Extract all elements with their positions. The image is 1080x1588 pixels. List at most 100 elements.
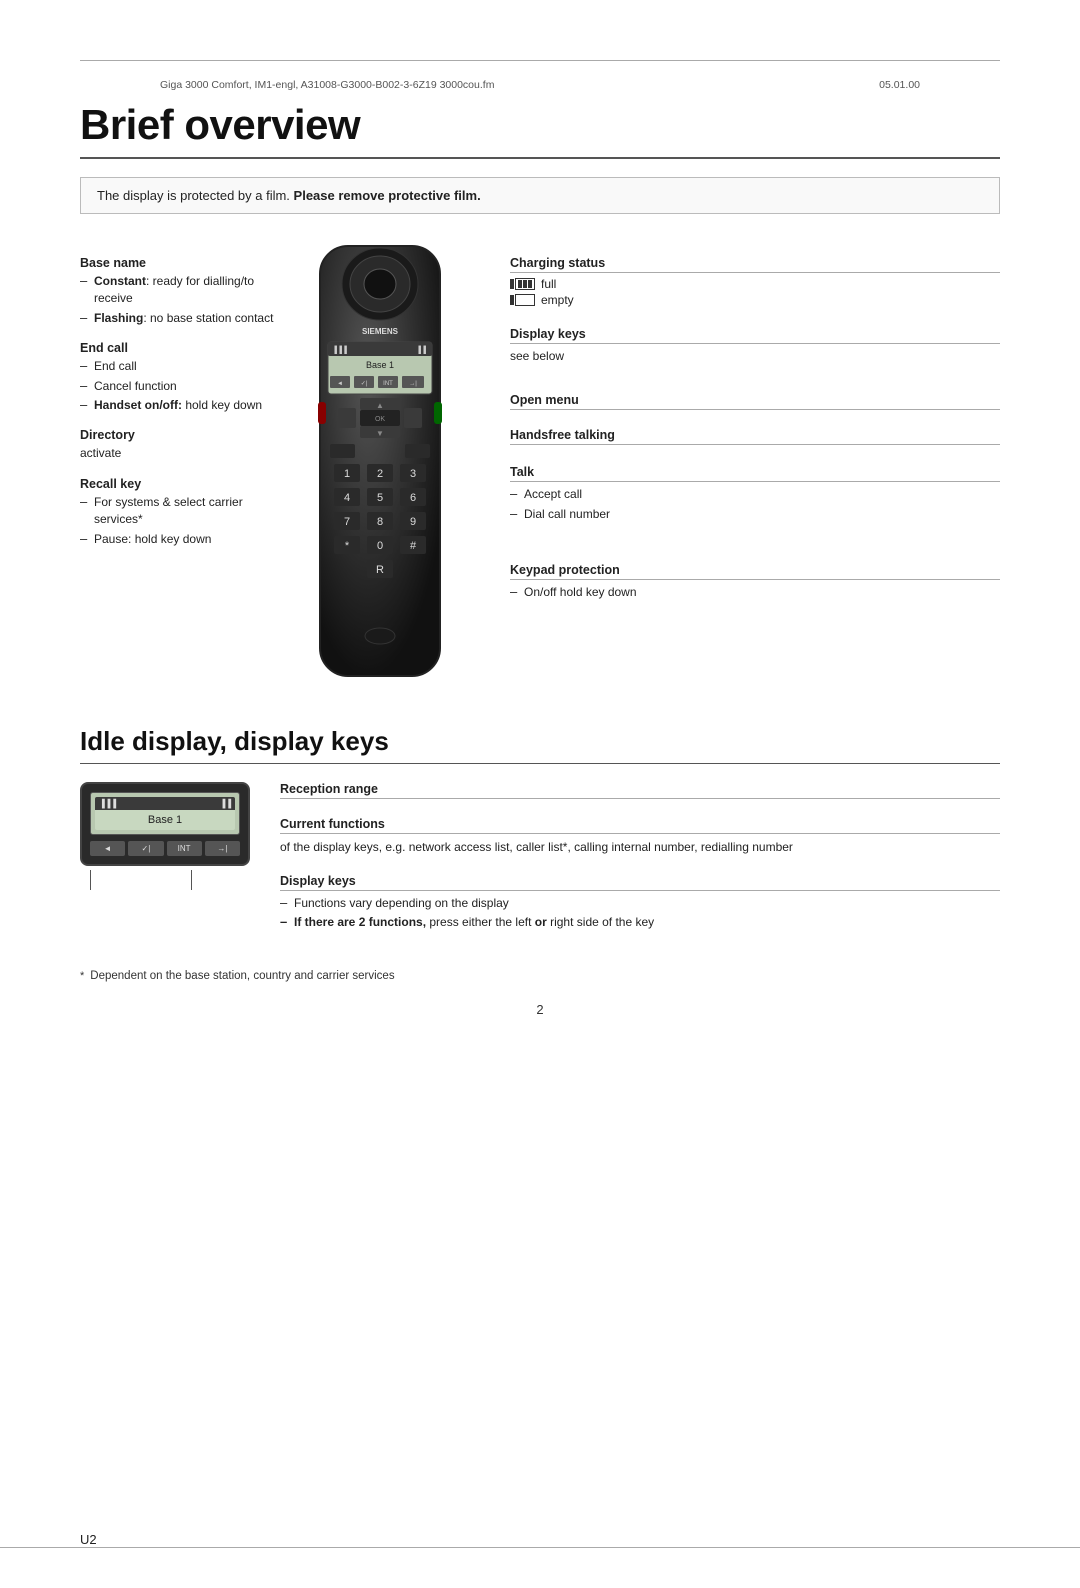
signal-icon: ▐▐▐ [99, 799, 116, 808]
constant-text: Constant: ready for dialling/to receive [94, 273, 280, 308]
content-area: Brief overview The display is protected … [0, 101, 1080, 1017]
page-title: Brief overview [80, 101, 1000, 159]
display-keys-text: see below [510, 348, 1000, 365]
right-annotations: Charging status full [480, 236, 1000, 696]
annot-dial: – Dial call number [510, 506, 1000, 523]
idle-section-title: Idle display, display keys [80, 726, 1000, 764]
display-keys-title: Display keys [510, 327, 1000, 344]
page-number: 2 [80, 1002, 1000, 1017]
svg-text:▐▐: ▐▐ [416, 345, 426, 355]
svg-text:INT: INT [383, 381, 393, 387]
handset-text: Handset on/off: hold key down [94, 397, 262, 414]
dash: – [280, 895, 290, 910]
svg-text:R: R [376, 564, 384, 576]
svg-text:7: 7 [344, 516, 350, 528]
annotation-group-end-call: End call – End call – Cancel function – … [80, 341, 280, 414]
annot-recall2: – Pause: hold key down [80, 531, 280, 548]
svg-text:3: 3 [410, 468, 416, 480]
notice-prefix: The display is protected by a film. [97, 188, 290, 203]
svg-text:→|: →| [409, 381, 417, 387]
annot-display-vary: – Functions vary depending on the displa… [280, 895, 1000, 912]
svg-text:5: 5 [377, 492, 383, 504]
svg-text:*: * [345, 540, 350, 552]
svg-text:OK: OK [375, 416, 385, 423]
dial-text: Dial call number [524, 506, 610, 523]
group-reception-range: Reception range [280, 782, 1000, 799]
end-call-title: End call [80, 341, 280, 355]
phone-diagram: SIEMENS ▐▐▐ ▐▐ Base 1 ◄ ✓| [290, 236, 470, 696]
svg-text:#: # [410, 540, 417, 552]
annot-end-call: – End call [80, 358, 280, 375]
annotation-group-base-name: Base name – Constant: ready for dialling… [80, 256, 280, 327]
open-menu-title: Open menu [510, 393, 1000, 410]
btn-forward[interactable]: →| [205, 841, 240, 856]
battery-empty-icon [510, 294, 535, 306]
svg-text:6: 6 [410, 492, 416, 504]
battery-full-icon [510, 278, 535, 290]
annot-flashing: – Flashing: no base station contact [80, 310, 280, 327]
cancel-text: Cancel function [94, 378, 177, 395]
annotation-group-directory: Directory activate [80, 428, 280, 462]
btn-back[interactable]: ◄ [90, 841, 125, 856]
svg-text:4: 4 [344, 492, 350, 504]
meta-right: 05.01.00 [879, 79, 920, 91]
accept-text: Accept call [524, 486, 582, 503]
two-functions-text: If there are 2 functions, press either t… [294, 914, 654, 931]
dash: – [280, 914, 290, 929]
recall-text2: Pause: hold key down [94, 531, 211, 548]
battery-status-icon: ▐▐ [220, 799, 231, 808]
svg-text:0: 0 [377, 540, 383, 552]
group-talk: Talk – Accept call – Dial call number [510, 465, 1000, 523]
talk-title: Talk [510, 465, 1000, 482]
end-call-text: End call [94, 358, 137, 375]
empty-label: empty [541, 293, 574, 307]
dash: – [510, 506, 520, 521]
svg-text:Base 1: Base 1 [366, 360, 394, 370]
page-container: Giga 3000 Comfort, IM1-engl, A31008-G300… [0, 60, 1080, 1588]
dash: – [80, 378, 90, 393]
group-display-keys-idle: Display keys – Functions vary depending … [280, 874, 1000, 932]
directory-text: activate [80, 445, 121, 462]
svg-text:▲: ▲ [376, 401, 384, 410]
svg-text:2: 2 [377, 468, 383, 480]
svg-text:✓|: ✓| [361, 381, 368, 387]
idle-display-mockup: ▐▐▐ ▐▐ Base 1 ◄ ✓| INT →| [80, 782, 260, 950]
btn-check[interactable]: ✓| [128, 841, 163, 856]
annot-two-functions: – If there are 2 functions, press either… [280, 914, 1000, 931]
phone-center: SIEMENS ▐▐▐ ▐▐ Base 1 ◄ ✓| [280, 236, 480, 696]
recall-text1: For systems & select carrier services* [94, 494, 280, 529]
notice-box: The display is protected by a film. Plea… [80, 177, 1000, 214]
connector-line-left [90, 870, 91, 890]
annot-cancel: – Cancel function [80, 378, 280, 395]
group-charging-status: Charging status full [510, 256, 1000, 307]
group-current-functions: Current functions of the display keys, e… [280, 817, 1000, 856]
handsfree-title: Handsfree talking [510, 428, 1000, 445]
dash: – [80, 494, 90, 509]
group-open-menu: Open menu [510, 393, 1000, 410]
footnote-text: Dependent on the base station, country a… [90, 970, 394, 982]
dash: – [80, 310, 90, 325]
charging-full-row: full [510, 277, 1000, 291]
annot-directory: activate [80, 445, 280, 462]
svg-text:9: 9 [410, 516, 416, 528]
recall-title: Recall key [80, 477, 280, 491]
idle-right-annotations: Reception range Current functions of the… [280, 782, 1000, 950]
svg-text:▼: ▼ [376, 429, 384, 438]
left-annotations: Base name – Constant: ready for dialling… [80, 236, 280, 696]
notice-bold: Please remove protective film. [294, 188, 481, 203]
group-handsfree: Handsfree talking [510, 428, 1000, 445]
display-keys-idle-title: Display keys [280, 874, 1000, 891]
dash: – [510, 584, 520, 599]
svg-text:8: 8 [377, 516, 383, 528]
base-name-title: Base name [80, 256, 280, 270]
display-vary-text: Functions vary depending on the display [294, 895, 509, 912]
annot-recall1: – For systems & select carrier services* [80, 494, 280, 529]
btn-int[interactable]: INT [167, 841, 202, 856]
idle-section: ▐▐▐ ▐▐ Base 1 ◄ ✓| INT →| [80, 782, 1000, 950]
annotation-group-recall: Recall key – For systems & select carrie… [80, 477, 280, 548]
svg-text:1: 1 [344, 468, 350, 480]
keypad-protection-title: Keypad protection [510, 563, 1000, 580]
annot-accept: – Accept call [510, 486, 1000, 503]
diagram-section: Base name – Constant: ready for dialling… [80, 236, 1000, 696]
annot-constant: – Constant: ready for dialling/to receiv… [80, 273, 280, 308]
